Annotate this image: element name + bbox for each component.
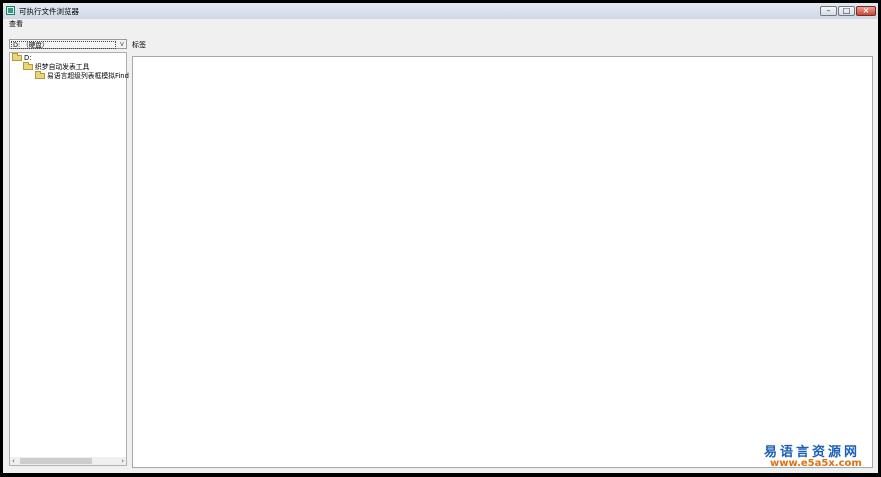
horizontal-scrollbar[interactable]: ‹ › [10, 457, 126, 465]
title-bar[interactable]: 可执行文件浏览器 – □ × [3, 3, 878, 19]
menu-item-view[interactable]: 查看 [9, 19, 23, 29]
tree-item-label: D: [24, 54, 32, 62]
app-icon [6, 6, 15, 15]
scroll-left-icon[interactable]: ‹ [12, 457, 15, 465]
window-title: 可执行文件浏览器 [19, 7, 79, 16]
maximize-button[interactable]: □ [838, 6, 855, 16]
folder-icon [35, 71, 45, 79]
chevron-down-icon[interactable]: v [120, 40, 124, 48]
app-window: 可执行文件浏览器 – □ × 查看 D: （硬盘） v 标签 D: 织梦自动发表… [3, 3, 878, 473]
content-panel[interactable] [132, 56, 873, 468]
folder-tree[interactable]: D: 织梦自动发表工具 易语言超级列表框模拟Find ‹ › [9, 52, 129, 466]
tree-item-label: 易语言超级列表框模拟Find [47, 72, 129, 80]
tab-label[interactable]: 标签 [132, 41, 146, 49]
scrollbar-thumb[interactable] [20, 458, 92, 464]
tree-item[interactable]: 织梦自动发表工具 [23, 62, 90, 72]
folder-open-icon [12, 53, 22, 61]
tree-item-label: 织梦自动发表工具 [35, 63, 90, 71]
drive-select-value: D: （硬盘） [11, 41, 116, 49]
scroll-right-icon[interactable]: › [121, 457, 124, 465]
watermark-url: www.e5a5x.com [770, 458, 862, 469]
drive-select[interactable]: D: （硬盘） v [9, 39, 127, 49]
menu-bar: 查看 [3, 19, 878, 29]
tree-item[interactable]: 易语言超级列表框模拟Find [35, 71, 129, 81]
close-button[interactable]: × [856, 6, 876, 16]
folder-icon [23, 62, 33, 70]
minimize-button[interactable]: – [820, 6, 837, 16]
